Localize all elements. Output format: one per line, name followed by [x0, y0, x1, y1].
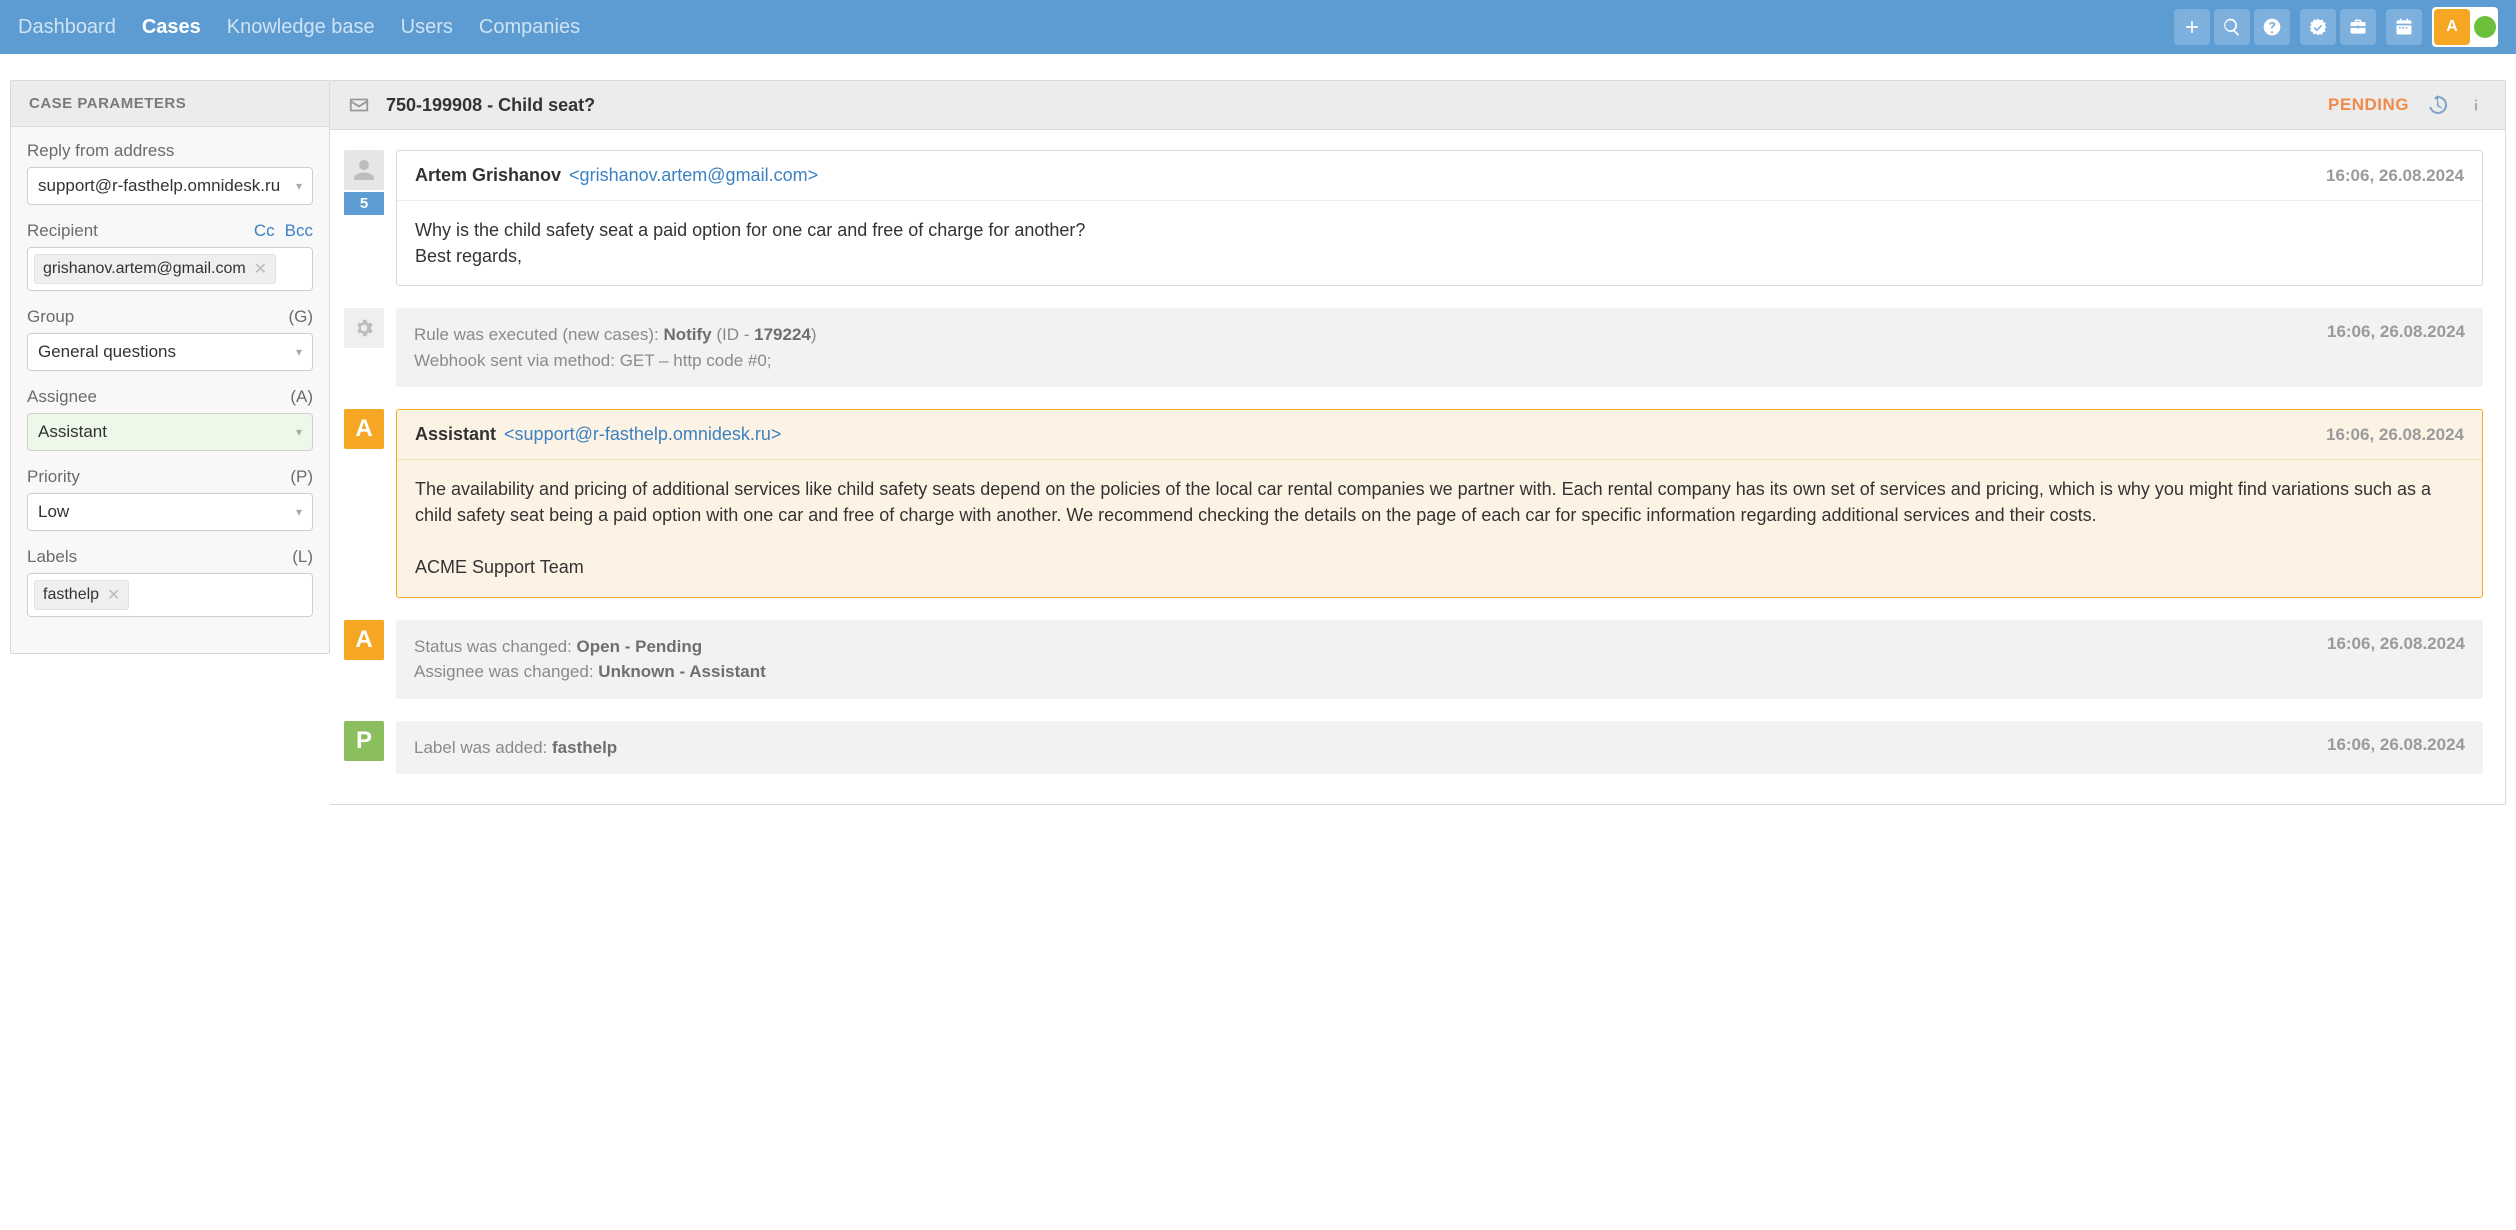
toolbox-button[interactable] — [2340, 9, 2376, 45]
nav-users[interactable]: Users — [401, 16, 453, 39]
chevron-down-icon: ▾ — [296, 425, 302, 439]
top-navbar: Dashboard Cases Knowledge base Users Com… — [0, 0, 2516, 54]
reply-from-label: Reply from address — [27, 141, 174, 161]
remove-chip-icon[interactable]: ✕ — [107, 585, 120, 605]
sidebar-header: CASE PARAMETERS — [11, 81, 329, 127]
system-message: Label was added: fasthelp — [414, 735, 617, 761]
chevron-down-icon: ▾ — [296, 505, 302, 519]
search-icon — [2222, 17, 2242, 37]
system-entry: P Label was added: fasthelp 16:06, 26.08… — [340, 721, 2483, 775]
help-button[interactable] — [2254, 9, 2290, 45]
labels-label: Labels — [27, 547, 77, 567]
info-button[interactable] — [2465, 94, 2487, 116]
reply-from-select[interactable]: support@r-fasthelp.omnidesk.ru▾ — [27, 167, 313, 205]
system-timestamp: 16:06, 26.08.2024 — [2327, 735, 2465, 755]
check-badge-icon — [2308, 17, 2328, 37]
recipient-input[interactable]: grishanov.artem@gmail.com ✕ — [27, 247, 313, 291]
sender-name: Artem Grishanov — [415, 165, 561, 186]
calendar-button[interactable] — [2386, 9, 2422, 45]
labels-hint: (L) — [292, 547, 313, 567]
nav-companies[interactable]: Companies — [479, 16, 580, 39]
group-select[interactable]: General questions▾ — [27, 333, 313, 371]
add-button[interactable] — [2174, 9, 2210, 45]
nav-dashboard[interactable]: Dashboard — [18, 16, 116, 39]
briefcase-icon — [2348, 17, 2368, 37]
group-label: Group — [27, 307, 74, 327]
chevron-down-icon: ▾ — [296, 179, 302, 193]
bcc-link[interactable]: Bcc — [285, 221, 313, 241]
labels-input[interactable]: fasthelp ✕ — [27, 573, 313, 617]
case-status: PENDING — [2328, 95, 2409, 115]
presence-indicator[interactable] — [2474, 16, 2496, 38]
mail-icon — [348, 94, 370, 116]
recipient-label: Recipient — [27, 221, 98, 241]
user-avatar[interactable]: A — [2434, 9, 2470, 45]
case-parameters-panel: CASE PARAMETERS Reply from address suppo… — [10, 80, 330, 654]
assignee-hint: (A) — [290, 387, 313, 407]
system-entry: Rule was executed (new cases): Notify (I… — [340, 308, 2483, 387]
message-entry: A Assistant <support@r-fasthelp.omnidesk… — [340, 409, 2483, 597]
calendar-icon — [2394, 17, 2414, 37]
message-timestamp: 16:06, 26.08.2024 — [2326, 425, 2464, 445]
system-timestamp: 16:06, 26.08.2024 — [2327, 322, 2465, 342]
message-count-badge: 5 — [344, 192, 384, 215]
topbar-right: A — [2174, 7, 2498, 47]
priority-label: Priority — [27, 467, 80, 487]
message-body: The availability and pricing of addition… — [397, 460, 2482, 596]
approve-button[interactable] — [2300, 9, 2336, 45]
assignee-label: Assignee — [27, 387, 97, 407]
assignee-select[interactable]: Assistant▾ — [27, 413, 313, 451]
nav-cases[interactable]: Cases — [142, 16, 201, 39]
gear-icon — [344, 308, 384, 348]
remove-chip-icon[interactable]: ✕ — [254, 259, 267, 279]
sender-email[interactable]: <support@r-fasthelp.omnidesk.ru> — [504, 424, 781, 445]
question-icon — [2262, 17, 2282, 37]
sender-email[interactable]: <grishanov.artem@gmail.com> — [569, 165, 818, 186]
cc-link[interactable]: Cc — [254, 221, 275, 241]
assistant-avatar: A — [344, 409, 384, 449]
system-message: Rule was executed (new cases): Notify (I… — [414, 322, 817, 373]
user-avatar-icon — [344, 150, 384, 190]
group-hint: (G) — [288, 307, 313, 327]
plus-icon — [2182, 17, 2202, 37]
assistant-avatar: A — [344, 620, 384, 660]
case-title: 750-199908 - Child seat? — [386, 95, 595, 116]
nav-knowledge-base[interactable]: Knowledge base — [227, 16, 375, 39]
case-header: 750-199908 - Child seat? PENDING — [330, 81, 2505, 130]
priority-select[interactable]: Low▾ — [27, 493, 313, 531]
message-body: Why is the child safety seat a paid opti… — [397, 201, 2482, 285]
chevron-down-icon: ▾ — [296, 345, 302, 359]
history-button[interactable] — [2425, 93, 2449, 117]
label-chip: fasthelp ✕ — [34, 580, 129, 610]
search-button[interactable] — [2214, 9, 2250, 45]
priority-hint: (P) — [290, 467, 313, 487]
message-timestamp: 16:06, 26.08.2024 — [2326, 166, 2464, 186]
system-message: Status was changed: Open - Pending Assig… — [414, 634, 766, 685]
case-content: 750-199908 - Child seat? PENDING 5 — [330, 80, 2506, 805]
system-timestamp: 16:06, 26.08.2024 — [2327, 634, 2465, 654]
timeline: 5 Artem Grishanov <grishanov.artem@gmail… — [330, 130, 2505, 804]
sender-name: Assistant — [415, 424, 496, 445]
agent-avatar: P — [344, 721, 384, 761]
system-entry: A Status was changed: Open - Pending Ass… — [340, 620, 2483, 699]
message-entry: 5 Artem Grishanov <grishanov.artem@gmail… — [340, 150, 2483, 286]
nav: Dashboard Cases Knowledge base Users Com… — [18, 16, 580, 39]
recipient-chip: grishanov.artem@gmail.com ✕ — [34, 254, 276, 284]
